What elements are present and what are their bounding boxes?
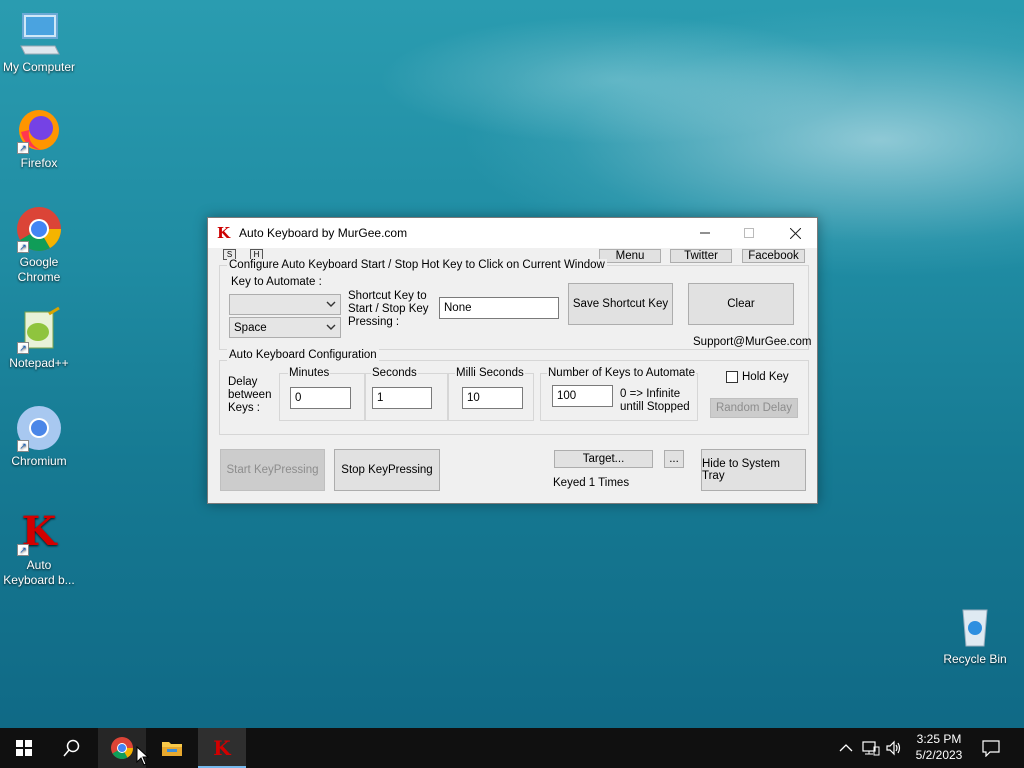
desktop-icon-label: Recycle Bin xyxy=(943,652,1007,666)
clock[interactable]: 3:25 PM 5/2/2023 xyxy=(908,731,970,763)
num-keys-label: Number of Keys to Automate xyxy=(547,367,697,380)
maximize-icon xyxy=(744,228,754,238)
chrome-icon: ↗ xyxy=(15,205,63,253)
computer-icon xyxy=(15,10,63,58)
clock-time: 3:25 PM xyxy=(916,732,962,746)
shortcut-arrow-icon: ↗ xyxy=(17,342,29,354)
delay-between-keys-label: Delay between Keys : xyxy=(228,376,272,414)
hotkey-group-title: Configure Auto Keyboard Start / Stop Hot… xyxy=(227,259,607,272)
menu-button[interactable]: Menu xyxy=(599,249,661,263)
desktop-icon-google-chrome[interactable]: ↗ Google Chrome xyxy=(0,205,78,285)
hold-key-label: Hold Key xyxy=(742,371,789,383)
notifications-button[interactable] xyxy=(982,739,1000,758)
desktop-icon-label: Chromium xyxy=(11,454,67,468)
hold-key-checkbox[interactable] xyxy=(726,371,738,383)
clear-button[interactable]: Clear xyxy=(688,283,794,325)
maximize-button xyxy=(726,218,772,248)
window-content: S H Menu Twitter Facebook Configure Auto… xyxy=(208,248,817,503)
facebook-button[interactable]: Facebook xyxy=(742,249,805,263)
infinite-note: 0 => Infinite untill Stopped xyxy=(620,388,690,413)
shortcut-key-field[interactable]: None xyxy=(439,297,559,319)
folder-icon xyxy=(162,742,182,756)
volume-button[interactable] xyxy=(885,740,903,756)
desktop-icon-auto-keyboard[interactable]: K ↗ Auto Keyboard b... xyxy=(0,508,78,588)
desktop-icon-label: Auto Keyboard b... xyxy=(3,558,75,587)
search-icon xyxy=(63,739,80,757)
chevron-down-icon xyxy=(326,324,336,330)
keyed-status: Keyed 1 Times xyxy=(553,477,630,489)
config-group-title: Auto Keyboard Configuration xyxy=(227,349,379,362)
network-icon xyxy=(862,741,880,756)
desktop-icon-label: My Computer xyxy=(2,60,76,74)
clock-date: 5/2/2023 xyxy=(915,748,963,762)
desktop-icon-label: Google Chrome xyxy=(17,255,61,284)
notepadpp-icon: ↗ xyxy=(15,306,63,354)
shortcut-arrow-icon: ↗ xyxy=(17,241,29,253)
close-icon xyxy=(789,227,801,239)
taskbar-auto-keyboard[interactable]: K xyxy=(198,728,246,768)
key-select[interactable]: Space xyxy=(229,317,341,338)
desktop-icon-label: Notepad++ xyxy=(9,356,69,370)
shortcut-arrow-icon: ↗ xyxy=(17,142,29,154)
chromium-icon: ↗ xyxy=(15,404,63,452)
hide-to-system-tray-button[interactable]: Hide to System Tray xyxy=(701,449,806,491)
firefox-icon: ↗ xyxy=(15,106,63,154)
notification-icon xyxy=(982,740,1000,758)
shortcut-arrow-icon: ↗ xyxy=(17,440,29,452)
desktop-icon-firefox[interactable]: ↗ Firefox xyxy=(0,106,78,171)
desktop-icon-label: Firefox xyxy=(20,156,58,170)
shortcut-arrow-icon: ↗ xyxy=(17,544,29,556)
key-to-automate-label: Key to Automate : xyxy=(231,276,322,288)
twitter-button[interactable]: Twitter xyxy=(670,249,732,263)
minutes-label: Minutes xyxy=(288,367,331,380)
seconds-label: Seconds xyxy=(371,367,418,380)
auto-keyboard-icon: K ↗ xyxy=(15,508,63,556)
start-keypressing-button[interactable]: Start KeyPressing xyxy=(220,449,325,491)
desktop-icon-my-computer[interactable]: My Computer xyxy=(0,10,78,75)
shortcut-key-label: Shortcut Key to Start / Stop Key Pressin… xyxy=(348,290,429,328)
desktop-icon-recycle-bin[interactable]: Recycle Bin xyxy=(936,602,1014,667)
recycle-bin-icon xyxy=(951,602,999,650)
chevron-up-icon xyxy=(839,744,853,752)
stop-keypressing-button[interactable]: Stop KeyPressing xyxy=(334,449,440,491)
chevron-down-icon xyxy=(326,301,336,307)
milli-seconds-label: Milli Seconds xyxy=(455,367,525,380)
target-button[interactable]: Target... xyxy=(554,450,653,468)
key-modifier-select[interactable] xyxy=(229,294,341,315)
app-k-icon: K xyxy=(217,224,231,242)
window-title: Auto Keyboard by MurGee.com xyxy=(239,226,408,240)
support-email-link[interactable]: Support@MurGee.com xyxy=(693,336,811,349)
auto-keyboard-window: K Auto Keyboard by MurGee.com S H Menu T… xyxy=(207,217,818,504)
minutes-field[interactable]: 0 xyxy=(290,387,351,409)
search-button[interactable] xyxy=(48,728,96,768)
save-shortcut-button[interactable]: Save Shortcut Key xyxy=(568,283,673,325)
desktop-icon-chromium[interactable]: ↗ Chromium xyxy=(0,404,78,469)
title-bar[interactable]: K Auto Keyboard by MurGee.com xyxy=(208,218,817,248)
desktop-icon-notepadpp[interactable]: ↗ Notepad++ xyxy=(0,306,78,371)
volume-icon xyxy=(886,740,901,756)
milli-seconds-field[interactable]: 10 xyxy=(462,387,523,409)
network-button[interactable] xyxy=(862,740,880,756)
chrome-icon xyxy=(111,737,133,759)
auto-keyboard-icon: K xyxy=(213,736,231,760)
num-keys-field[interactable]: 100 xyxy=(552,385,613,407)
start-button[interactable] xyxy=(0,728,48,768)
taskbar-file-explorer[interactable] xyxy=(148,728,196,768)
minimize-icon xyxy=(700,232,710,234)
tray-overflow-button[interactable] xyxy=(838,740,854,756)
minimize-button[interactable] xyxy=(682,218,728,248)
more-options-button[interactable]: ... xyxy=(664,450,684,468)
taskbar: K 3:25 PM 5/2/2023 xyxy=(0,728,1024,768)
random-delay-button[interactable]: Random Delay xyxy=(710,398,798,418)
seconds-field[interactable]: 1 xyxy=(372,387,432,409)
close-button[interactable] xyxy=(772,218,818,248)
key-select-value: Space xyxy=(234,321,267,334)
windows-logo-icon xyxy=(16,740,32,756)
